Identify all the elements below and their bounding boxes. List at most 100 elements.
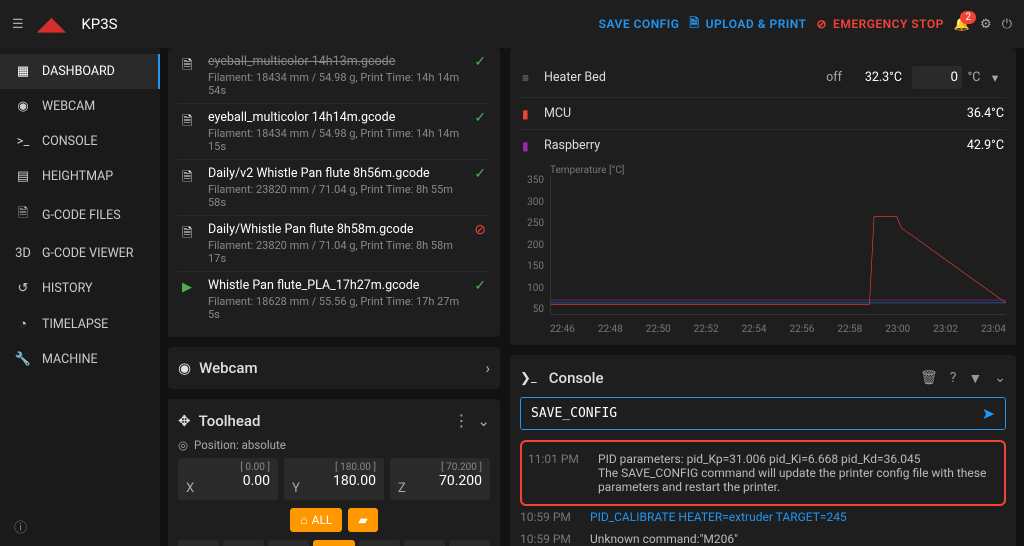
position-label: Position: absolute [194, 438, 286, 452]
nav-icon: 🗎 [14, 204, 32, 226]
nav-icon: 🔧 [14, 352, 32, 367]
home-x-button[interactable]: X [313, 540, 354, 546]
webcam-title: Webcam [199, 359, 257, 377]
nav-g-code-viewer[interactable]: 3D G-CODE VIEWER [0, 236, 160, 271]
chevron-down-icon[interactable]: ⌄ [994, 370, 1006, 386]
settings-icon[interactable]: ⚙ [980, 17, 992, 32]
nav-icon: 3D [14, 246, 32, 261]
nav-g-code-files[interactable]: 🗎G-CODE FILES [0, 194, 160, 236]
notification-badge: 2 [960, 11, 976, 24]
temp-target-input[interactable] [912, 66, 962, 89]
emergency-stop-button[interactable]: ⊘EMERGENCY STOP [816, 17, 943, 31]
filter-icon[interactable]: ▼ [968, 370, 982, 387]
nav-webcam[interactable]: ◉ WEBCAM [0, 89, 160, 124]
temp-current: 36.4°C [944, 106, 1004, 121]
move-button[interactable]: +1 [359, 540, 400, 546]
file-row[interactable]: 🗎eyeball_multicolor 14h14m.gcodeFilament… [178, 104, 490, 160]
nav-label: WEBCAM [42, 99, 95, 114]
file-status-icon: ✓ [474, 278, 486, 294]
nav-label: HISTORY [42, 281, 93, 296]
file-icon: ▶ [182, 280, 198, 295]
webcam-panel: ◉ Webcam › [168, 347, 500, 389]
file-meta: Filament: 23820 mm / 71.04 g, Print Time… [208, 183, 464, 209]
chevron-right-icon[interactable]: › [485, 359, 490, 377]
nav-dashboard[interactable]: ▦DASHBOARD [0, 54, 160, 89]
motors-off-button[interactable]: ▰ [348, 508, 377, 532]
temp-name: MCU [544, 106, 894, 121]
file-meta: Filament: 18628 mm / 55.56 g, Print Time… [208, 295, 464, 321]
toolhead-menu-icon[interactable]: ⋮ [453, 411, 469, 430]
nav-icon: ▤ [14, 169, 32, 184]
temp-unit: °C [962, 70, 986, 85]
temp-state: off [792, 70, 842, 85]
home-icon: ⌂ [300, 513, 307, 527]
file-row[interactable]: ▶Whistle Pan flute_PLA_17h27m.gcodeFilam… [178, 272, 490, 327]
file-row[interactable]: 🗎eyeball_multicolor 14h13m.gcodeFilament… [178, 48, 490, 104]
nav-history[interactable]: ↺ HISTORY [0, 271, 160, 306]
file-row[interactable]: 🗎Daily/v2 Whistle Pan flute 8h56m.gcodeF… [178, 160, 490, 216]
upload-icon: 🗎 [689, 14, 699, 35]
move-button[interactable]: +10 [404, 540, 445, 546]
temp-icon: ▮ [522, 139, 544, 153]
nav-label: CONSOLE [42, 134, 98, 149]
file-icon: 🗎 [182, 168, 198, 190]
webcam-icon: ◉ [178, 359, 191, 377]
log-time: 10:59 PM [520, 532, 580, 546]
log-time: 11:01 PM [528, 452, 588, 494]
save-config-button[interactable]: SAVE CONFIG [599, 17, 680, 31]
file-status-icon: ✓ [474, 166, 486, 182]
move-button[interactable]: -1 [268, 540, 309, 546]
temp-row: ▮MCU36.4°C [520, 98, 1006, 130]
axis-y: [ 180.00 ]Y180.00 [284, 458, 384, 500]
console-panel: ❯_ Console 🗑 ? ▼ ⌄ ➤ 11:01 PMPID paramet… [510, 355, 1016, 546]
temp-row: ≡Heater Bedoff32.3°C°C▾ [520, 58, 1006, 98]
console-icon: ❯_ [520, 371, 537, 386]
notifications-button[interactable]: 🔔2 [954, 17, 970, 32]
axis-z: [ 70.200 ]Z70.200 [390, 458, 490, 500]
file-icon: 🗎 [182, 56, 198, 78]
file-icon: 🗎 [182, 224, 198, 246]
toolhead-title: Toolhead [199, 412, 261, 430]
menu-icon[interactable]: ☰ [12, 17, 24, 32]
trash-icon[interactable]: 🗑 [920, 370, 938, 386]
send-button[interactable]: ➤ [972, 398, 1005, 429]
move-button[interactable]: +100 [449, 540, 490, 546]
file-meta: Filament: 23820 mm / 71.04 g, Print Time… [208, 239, 464, 265]
temp-name: Heater Bed [544, 70, 792, 85]
temperature-chart: Temperature [°C] 35030025020015010050 22… [520, 165, 1006, 335]
file-status-icon: ⊘ [474, 222, 486, 238]
file-name: eyeball_multicolor 14h13m.gcode [208, 54, 464, 69]
chevron-down-icon[interactable]: ⌄ [477, 412, 490, 430]
temp-row: ▮Raspberry 42.9°C [520, 130, 1006, 161]
nav-icon: ◉ [14, 99, 32, 114]
temperature-panel: ≡Heater Bedoff32.3°C°C▾▮MCU36.4°C▮Raspbe… [510, 48, 1016, 345]
stop-icon: ⊘ [816, 17, 827, 31]
upload-print-button[interactable]: 🗎UPLOAD & PRINT [689, 14, 806, 35]
help-icon[interactable]: ⓘ [14, 517, 27, 536]
motors-off-icon: ▰ [358, 513, 367, 527]
nav-label: G-CODE VIEWER [42, 246, 133, 261]
home-all-button[interactable]: ⌂ALL [290, 508, 342, 532]
nav-console[interactable]: >_CONSOLE [0, 124, 160, 159]
temp-dropdown-icon[interactable]: ▾ [986, 70, 1004, 86]
command-input[interactable] [521, 398, 972, 429]
nav-heightmap[interactable]: ▤HEIGHTMAP [0, 159, 160, 194]
power-icon[interactable]: ⏻ [1002, 17, 1012, 32]
move-button[interactable]: -100 [178, 540, 219, 546]
sidebar: ▦DASHBOARD◉WEBCAM>_CONSOLE▤HEIGHTMAP🗎G-C… [0, 48, 160, 546]
temp-name: Raspberry [544, 138, 894, 153]
file-icon: 🗎 [182, 112, 198, 134]
file-row[interactable]: 🗎Daily/Whistle Pan flute 8h58m.gcodeFila… [178, 216, 490, 272]
log-text: Unknown command:"M206" [590, 532, 1006, 546]
help-icon[interactable]: ? [950, 370, 957, 386]
temp-current: 42.9°C [944, 138, 1004, 153]
console-title: Console [549, 369, 604, 387]
nav-timelapse[interactable]: ◔TIMELAPSE [0, 306, 160, 342]
nav-icon: ↺ [14, 281, 32, 296]
nav-label: TIMELAPSE [42, 317, 108, 332]
move-button[interactable]: -10 [223, 540, 264, 546]
file-name: eyeball_multicolor 14h14m.gcode [208, 110, 464, 125]
logo-icon: ◢◣ [38, 14, 66, 35]
nav-machine[interactable]: 🔧MACHINE [0, 342, 160, 377]
temp-current: 32.3°C [842, 70, 902, 85]
